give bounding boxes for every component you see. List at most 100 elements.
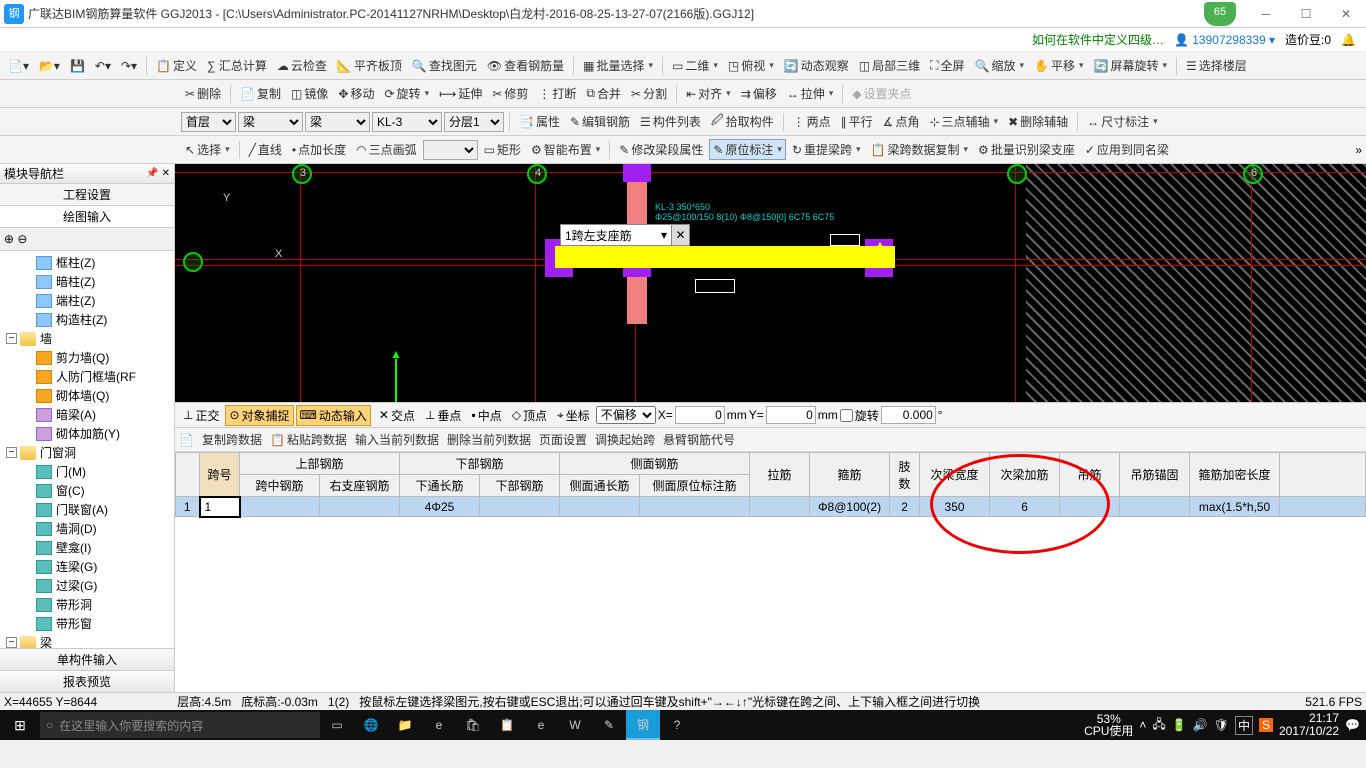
tray-network-icon[interactable]: 🖧	[1152, 715, 1165, 736]
toolbar-overflow-icon[interactable]: »	[1355, 143, 1362, 157]
windows-taskbar[interactable]: ⊞ ○ 在这里输入你要搜索的内容 ▭ 🌐 📁 e 🛍 📋 e W ✎ 钢 ? 5…	[0, 710, 1366, 740]
stretch-button[interactable]: ↔ 拉伸	[783, 83, 838, 104]
fullscreen-button[interactable]: ⛶ 全屏	[926, 55, 968, 76]
undo-button[interactable]: ↶▾	[91, 57, 115, 75]
taskbar-app-9[interactable]: ?	[660, 710, 694, 740]
ortho-toggle[interactable]: ⊥ 正交	[179, 405, 223, 426]
tree-item-dxc[interactable]: 带形窗	[2, 614, 172, 633]
taskbar-app-4[interactable]: 🛍	[456, 710, 490, 740]
point-angle-button[interactable]: ∡ 点角	[879, 111, 924, 132]
inplace-input[interactable]	[561, 225, 657, 245]
offset-button[interactable]: ⇉ 偏移	[737, 83, 781, 104]
rotate-checkbox[interactable]	[840, 409, 853, 422]
taskbar-app-7[interactable]: W	[558, 710, 592, 740]
dyn-observe-button[interactable]: 🔄 动态观察	[780, 55, 853, 76]
task-view-icon[interactable]: ▭	[320, 710, 354, 740]
parallel-button[interactable]: ∥ 平行	[837, 111, 877, 132]
copy-button[interactable]: 📄 复制	[236, 83, 285, 104]
three-pt-axis-button[interactable]: ⊹ 三点辅轴	[925, 111, 1002, 132]
local-3d-button[interactable]: ◫ 局部三维	[855, 55, 924, 76]
cantilever-button[interactable]: 悬臂钢筋代号	[663, 431, 735, 448]
snap-perp[interactable]: ⊥ 垂点	[421, 405, 465, 426]
tree-group-beam[interactable]: −梁	[2, 633, 172, 648]
expand-all-icon[interactable]: ⊕	[4, 232, 14, 246]
col-sec-add[interactable]: 次梁加筋	[990, 453, 1060, 497]
inplace-input-popup[interactable]: ▾ ✕	[560, 224, 690, 246]
break-button[interactable]: ⋮ 打断	[534, 83, 580, 104]
tree-item-dxd[interactable]: 带形洞	[2, 595, 172, 614]
category1-select[interactable]: 梁	[238, 112, 303, 132]
tree-item-qtjy[interactable]: 砌体加筋(Y)	[2, 424, 172, 443]
col-limb[interactable]: 肢数	[890, 453, 920, 497]
col-stirrup[interactable]: 箍筋	[810, 453, 890, 497]
screen-rotate-button[interactable]: 🔄 屏幕旋转	[1090, 55, 1172, 76]
align-button[interactable]: ⇤ 对齐	[682, 83, 735, 104]
delete-button[interactable]: ✂ 删除	[181, 83, 225, 104]
nav-footer-report[interactable]: 报表预览	[0, 670, 174, 692]
apply-same-name-button[interactable]: ✓ 应用到同名梁	[1081, 139, 1173, 160]
col-bottom-group[interactable]: 下部钢筋	[400, 453, 560, 475]
tree-item-mlc[interactable]: 门联窗(A)	[2, 500, 172, 519]
tray-shield-icon[interactable]: 🛡	[1214, 718, 1229, 732]
collapse-all-icon[interactable]: ⊖	[17, 232, 27, 246]
nav-tab-draw[interactable]: 绘图输入	[0, 206, 174, 228]
tree-item-al[interactable]: 暗梁(A)	[2, 405, 172, 424]
offset-mode-select[interactable]: 不偏移	[596, 406, 656, 424]
two-point-button[interactable]: ⋮ 两点	[789, 111, 835, 132]
plank-top-button[interactable]: 📐 平齐板顶	[333, 55, 406, 76]
close-button[interactable]: ✕	[1326, 0, 1366, 28]
tree-item-qd[interactable]: 墙洞(D)	[2, 519, 172, 538]
tree-item-ll[interactable]: 连梁(G)	[2, 557, 172, 576]
ime-sogou-icon[interactable]: S	[1259, 718, 1273, 732]
rotate-button[interactable]: ⟳ 旋转	[380, 83, 433, 104]
2d-button[interactable]: ▭ 二维	[668, 55, 722, 76]
col-dense[interactable]: 箍筋加密长度	[1190, 453, 1280, 497]
popup-close-icon[interactable]: ✕	[671, 225, 689, 245]
tree-group-opening[interactable]: −门窗洞	[2, 443, 172, 462]
select-tool-button[interactable]: ↖ 选择	[181, 139, 234, 160]
drawing-canvas[interactable]: 3 4 6 Y X KL-3 350*650 Φ25@100/150 8(10)…	[175, 164, 1366, 402]
member-select[interactable]: KL-3	[372, 112, 442, 132]
tree-item-dz[interactable]: 端柱(Z)	[2, 291, 172, 310]
tree-item-gzz[interactable]: 构造柱(Z)	[2, 310, 172, 329]
paste-span-button[interactable]: 📋 粘贴跨数据	[270, 431, 347, 448]
define-button[interactable]: 📋 定义	[152, 55, 201, 76]
new-file-button[interactable]: 📄▾	[4, 57, 33, 75]
extend-button[interactable]: ⟼ 延伸	[435, 83, 486, 104]
tree-item-kz[interactable]: 框柱(Z)	[2, 253, 172, 272]
nav-footer-single[interactable]: 单构件输入	[0, 648, 174, 670]
component-tree[interactable]: 框柱(Z) 暗柱(Z) 端柱(Z) 构造柱(Z) −墙 剪力墙(Q) 人防门框墙…	[0, 251, 174, 648]
properties-button[interactable]: 📑 属性	[515, 111, 564, 132]
pan-button[interactable]: ✋ 平移	[1030, 55, 1088, 76]
col-span-no[interactable]: 跨号	[200, 453, 240, 497]
help-link[interactable]: 如何在软件中定义四级…	[1032, 31, 1164, 48]
span-data-table[interactable]: 跨号 上部钢筋 下部钢筋 侧面钢筋 拉筋 箍筋 肢数 次梁宽度 次梁加筋 吊筋 …	[175, 452, 1366, 692]
snap-coord[interactable]: ⌖ 坐标	[553, 405, 594, 426]
member-list-button[interactable]: ☰ 构件列表	[636, 111, 705, 132]
adjust-start-button[interactable]: 调换起始跨	[595, 431, 655, 448]
zoom-button[interactable]: 🔍 缩放	[971, 55, 1029, 76]
dimension-button[interactable]: ↔ 尺寸标注	[1083, 111, 1162, 132]
point-length-button[interactable]: • 点加长度	[288, 139, 350, 160]
select-floor-button[interactable]: ☰ 选择楼层	[1182, 55, 1251, 76]
tree-item-qtq[interactable]: 砌体墙(Q)	[2, 386, 172, 405]
floor-select[interactable]: 首层	[181, 112, 236, 132]
col-side-group[interactable]: 侧面钢筋	[560, 453, 750, 475]
dynamic-input-toggle[interactable]: ⌨ 动态输入	[296, 405, 371, 426]
redo-button[interactable]: ↷▾	[117, 57, 141, 75]
action-center-icon[interactable]: 💬	[1345, 718, 1360, 732]
move-button[interactable]: ✥ 移动	[334, 83, 378, 104]
pick-member-button[interactable]: 🖉 拾取构件	[707, 109, 778, 134]
draw-mode-select[interactable]	[423, 140, 478, 160]
start-button[interactable]: ⊞	[0, 717, 40, 734]
col-sec-width[interactable]: 次梁宽度	[920, 453, 990, 497]
tree-group-wall[interactable]: −墙	[2, 329, 172, 348]
col-hanger-anchor[interactable]: 吊筋锚固	[1120, 453, 1190, 497]
taskbar-app-2[interactable]: 📁	[388, 710, 422, 740]
table-row[interactable]: 1 1 4Φ25 Φ8@100(2) 2 350 6 max(1.5*h,50	[176, 497, 1366, 517]
nav-tab-project[interactable]: 工程设置	[0, 184, 174, 206]
account-label[interactable]: 👤 13907298339 ▾	[1174, 33, 1275, 47]
inplace-label-button[interactable]: ✎ 原位标注	[709, 139, 786, 160]
mirror-button[interactable]: ◫ 镜像	[287, 83, 332, 104]
tree-item-az[interactable]: 暗柱(Z)	[2, 272, 172, 291]
